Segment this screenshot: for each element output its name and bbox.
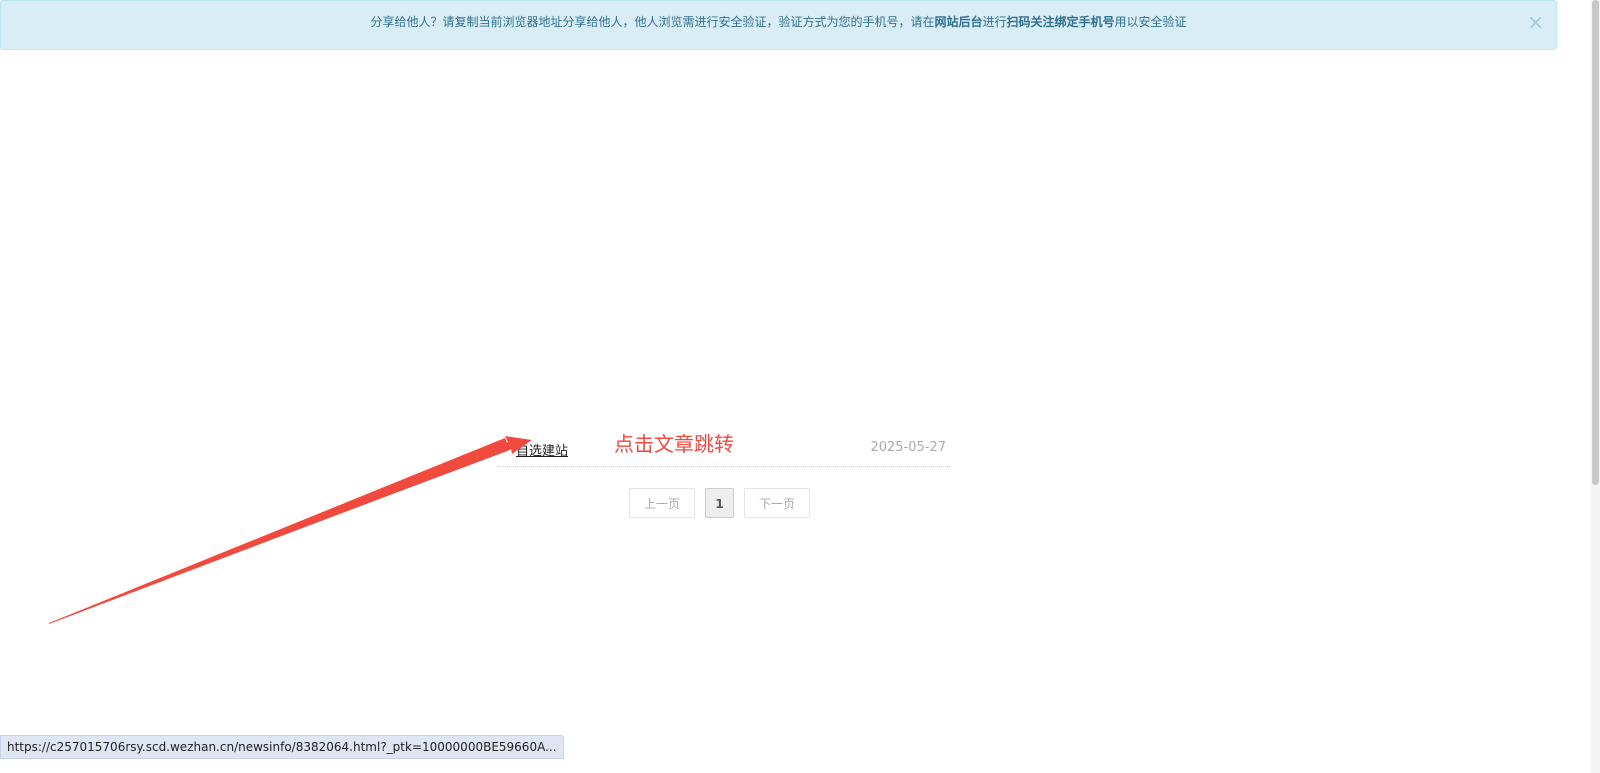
article-title-link[interactable]: 自选建站: [516, 440, 568, 459]
status-bar-url: https://c257015706rsy.scd.wezhan.cn/news…: [0, 735, 564, 759]
annotation-label: 点击文章跳转: [614, 432, 734, 456]
scrollbar-thumb[interactable]: [1592, 0, 1599, 485]
article-date: 2025-05-27: [870, 440, 946, 455]
close-icon[interactable]: ×: [1527, 1, 1544, 43]
page-1-button[interactable]: 1: [705, 488, 734, 518]
next-page-button[interactable]: 下一页: [744, 488, 810, 518]
share-alert: 分享给他人？请复制当前浏览器地址分享给他人，他人浏览需进行安全验证，验证方式为您…: [0, 0, 1557, 50]
prev-page-button[interactable]: 上一页: [629, 488, 695, 518]
annotation-arrow-icon: [49, 436, 532, 624]
alert-text-3: 用以安全验证: [1114, 15, 1187, 29]
alert-bold-bind-phone: 扫码关注绑定手机号: [1006, 15, 1115, 29]
scrollbar[interactable]: [1591, 0, 1600, 773]
alert-text-1: 分享给他人？请复制当前浏览器地址分享给他人，他人浏览需进行安全验证，验证方式为您…: [370, 15, 935, 29]
alert-text-2: 进行: [982, 15, 1007, 29]
alert-bold-backend: 网站后台: [934, 15, 983, 29]
